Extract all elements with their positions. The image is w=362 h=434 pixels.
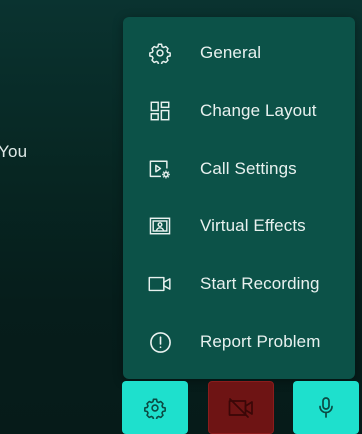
menu-item-label: Change Layout (200, 101, 317, 120)
menu-item-start-recording[interactable]: Start Recording (123, 255, 355, 313)
layout-grid-icon (148, 99, 172, 123)
gear-icon (148, 41, 172, 65)
menu-item-label: General (200, 43, 262, 62)
more-options-menu: General Change Layout Call Settings Virt… (123, 17, 355, 379)
microphone-icon (316, 396, 336, 420)
settings-button[interactable] (122, 381, 188, 434)
gear-icon (144, 397, 166, 419)
video-off-icon (227, 397, 255, 419)
menu-item-report-problem[interactable]: Report Problem (123, 313, 355, 371)
menu-item-label: Start Recording (200, 274, 320, 293)
menu-item-label: Virtual Effects (200, 216, 306, 235)
menu-item-label: Call Settings (200, 159, 297, 178)
menu-item-call-settings[interactable]: Call Settings (123, 140, 355, 198)
toggle-microphone-button[interactable] (293, 381, 359, 434)
self-participant-label: You (0, 142, 28, 161)
menu-item-general[interactable]: General (123, 24, 355, 82)
menu-item-virtual-effects[interactable]: Virtual Effects (123, 197, 355, 255)
alert-circle-icon (148, 330, 172, 354)
call-settings-icon (148, 157, 172, 181)
virtual-background-icon (148, 214, 172, 238)
video-camera-icon (148, 272, 172, 296)
toggle-video-button[interactable] (208, 381, 274, 434)
menu-item-change-layout[interactable]: Change Layout (123, 82, 355, 140)
menu-item-label: Report Problem (200, 332, 321, 351)
